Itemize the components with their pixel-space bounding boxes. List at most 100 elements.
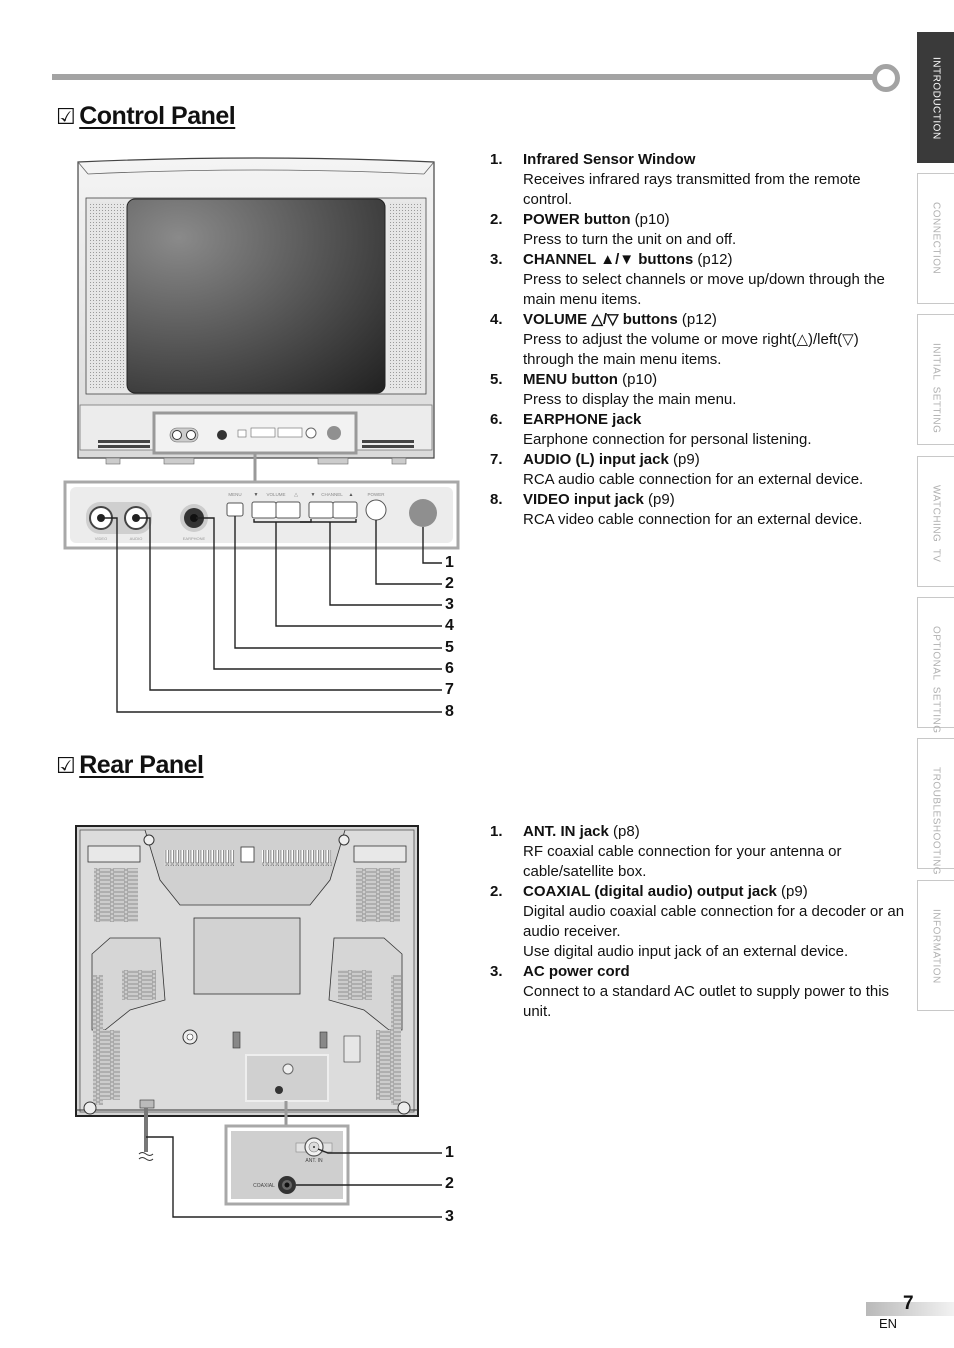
vent-right [362, 440, 414, 448]
list-item: 3. AC power cord Connect to a standard AC… [490, 962, 910, 1022]
item-number: 6. [490, 411, 503, 428]
list-item: 7. AUDIO (L) input jack (p9) RCA audio ca… [490, 450, 910, 490]
side-tab-label: INITIAL SETTING [930, 343, 942, 434]
rear-panel-item-list: 1. ANT. IN jack (p8) RF coaxial cable con… [490, 822, 910, 1022]
leader-line-2 [375, 520, 442, 585]
item-name: MENU button [523, 371, 618, 388]
leader-line-4 [275, 522, 442, 627]
item-page-ref: (p12) [693, 251, 733, 268]
av-jack-plate [86, 502, 152, 534]
rear-callout-3: 3 [445, 1208, 454, 1225]
item-description: Press to turn the unit on and off. [523, 231, 737, 248]
callout-1: 1 [445, 554, 454, 571]
side-tab-label: OPTIONAL SETTING [930, 626, 942, 734]
ac-power-cord [138, 1108, 154, 1161]
front-panel-enlarged: MENU ▼ VOLUME △ ▼ CHANNEL ▲ POWER VIDEO … [63, 480, 460, 550]
item-number: 3. [490, 963, 503, 980]
rear-callout-2: 2 [445, 1175, 454, 1192]
side-tab-label: TROUBLESHOOTING [930, 767, 942, 876]
earphone-jack [180, 504, 208, 532]
infrared-sensor-window [409, 499, 437, 527]
video-label: VIDEO [95, 536, 107, 541]
item-page-ref: (p12) [677, 311, 717, 328]
item-name: AUDIO (L) input jack [523, 451, 669, 468]
item-number: 2. [490, 211, 503, 228]
volume-label: VOLUME [266, 492, 285, 497]
tv-rear-cabinet [75, 825, 419, 1117]
list-item: 8. VIDEO input jack (p9) RCA video cable … [490, 490, 910, 530]
item-page-ref: (p9) [776, 883, 808, 900]
item-page-ref: (p8) [608, 823, 640, 840]
power-button [365, 499, 387, 521]
item-page-ref: (p10) [617, 371, 658, 388]
leader-line-5 [234, 516, 442, 649]
callout-2: 2 [445, 575, 454, 592]
leader-line-6 [196, 517, 442, 670]
side-tab-label: INFORMATION [930, 909, 942, 984]
leader-line-7 [138, 517, 442, 691]
side-tab-introduction[interactable]: INTRODUCTION [917, 32, 954, 163]
item-name: COAXIAL (digital audio) output jack [523, 883, 777, 900]
item-description: Press to display the main menu. [523, 391, 737, 408]
control-panel-item-list: 1. Infrared Sensor Window Receives infrar… [490, 150, 910, 530]
item-description: Digital audio coaxial cable connection f… [523, 903, 905, 960]
control-panel-heading: ☑ Control Panel [56, 102, 236, 131]
callout-4: 4 [445, 617, 454, 634]
leader-line-3 [329, 522, 442, 606]
rear-jack-panel-small [245, 1054, 329, 1102]
side-tab-connection[interactable]: CONNECTION [917, 173, 954, 304]
side-tab-optional-setting[interactable]: OPTIONAL SETTING [917, 597, 954, 734]
callout-6: 6 [445, 660, 454, 677]
list-item: 1. Infrared Sensor Window Receives infrar… [490, 150, 910, 210]
item-description: Receives infrared rays transmitted from … [523, 171, 861, 208]
leader-line-1 [422, 527, 442, 564]
volume-down-arrow: ▼ [254, 492, 259, 498]
tv-cabinet [77, 157, 435, 465]
side-tab-information[interactable]: INFORMATION [917, 880, 954, 1011]
channel-up-arrow: ▲ [349, 492, 354, 498]
item-name: Infrared Sensor Window [523, 151, 696, 168]
item-description: Connect to a standard AC outlet to suppl… [523, 983, 890, 1020]
leader-lines-front [103, 516, 442, 713]
ant-in-jack [295, 1137, 333, 1157]
list-item: 3. CHANNEL ▲/▼ buttons (p12) Press to sel… [490, 250, 910, 310]
tv-screen [126, 198, 386, 394]
side-tab-watching-tv[interactable]: WATCHING TV [917, 456, 954, 587]
item-number: 4. [490, 311, 503, 328]
item-number: 3. [490, 251, 503, 268]
item-number: 8. [490, 491, 503, 508]
rear-jack-panel-enlarged: ANT. IN COAXIAL [224, 1124, 350, 1206]
ant-in-label: ANT. IN [305, 1158, 323, 1164]
page-language: EN [879, 1316, 898, 1331]
video-jack [89, 506, 113, 530]
side-tab-initial-setting[interactable]: INITIAL SETTING [917, 314, 954, 445]
rear-panel-heading: ☑ Rear Panel [56, 751, 204, 780]
leader-line-ant-in [317, 1148, 442, 1154]
coaxial-jack [278, 1176, 296, 1194]
list-item: 2. COAXIAL (digital audio) output jack (… [490, 882, 910, 962]
side-tab-label: WATCHING TV [930, 485, 942, 563]
checkbox-icon: ☑ [56, 752, 76, 778]
item-page-ref: (p10) [630, 211, 670, 228]
item-number: 2. [490, 883, 503, 900]
side-tab-troubleshooting[interactable]: TROUBLESHOOTING [917, 738, 954, 876]
list-item: 2. POWER button (p10) Press to turn the u… [490, 210, 910, 250]
audio-label: AUDIO [130, 536, 143, 541]
vent-left [98, 440, 150, 448]
callout-3: 3 [445, 596, 454, 613]
item-number: 7. [490, 451, 503, 468]
item-description: RCA audio cable connection for an extern… [523, 471, 864, 488]
item-name: POWER button [523, 211, 631, 228]
rear-panel-title: Rear Panel [79, 751, 204, 779]
item-description: Press to adjust the volume or move right… [523, 331, 859, 368]
list-item: 6. EARPHONE jack Earphone connection for … [490, 410, 910, 450]
callout-7: 7 [445, 681, 454, 698]
audio-jack [124, 506, 148, 530]
item-page-ref: (p9) [668, 451, 700, 468]
item-name: CHANNEL ▲/▼ buttons [523, 251, 694, 268]
speaker-grill-left [90, 202, 124, 390]
checkbox-icon: ☑ [56, 103, 76, 129]
control-panel-title: Control Panel [79, 102, 236, 130]
header-rule [52, 74, 882, 80]
tv-front-panel-small [152, 411, 358, 455]
